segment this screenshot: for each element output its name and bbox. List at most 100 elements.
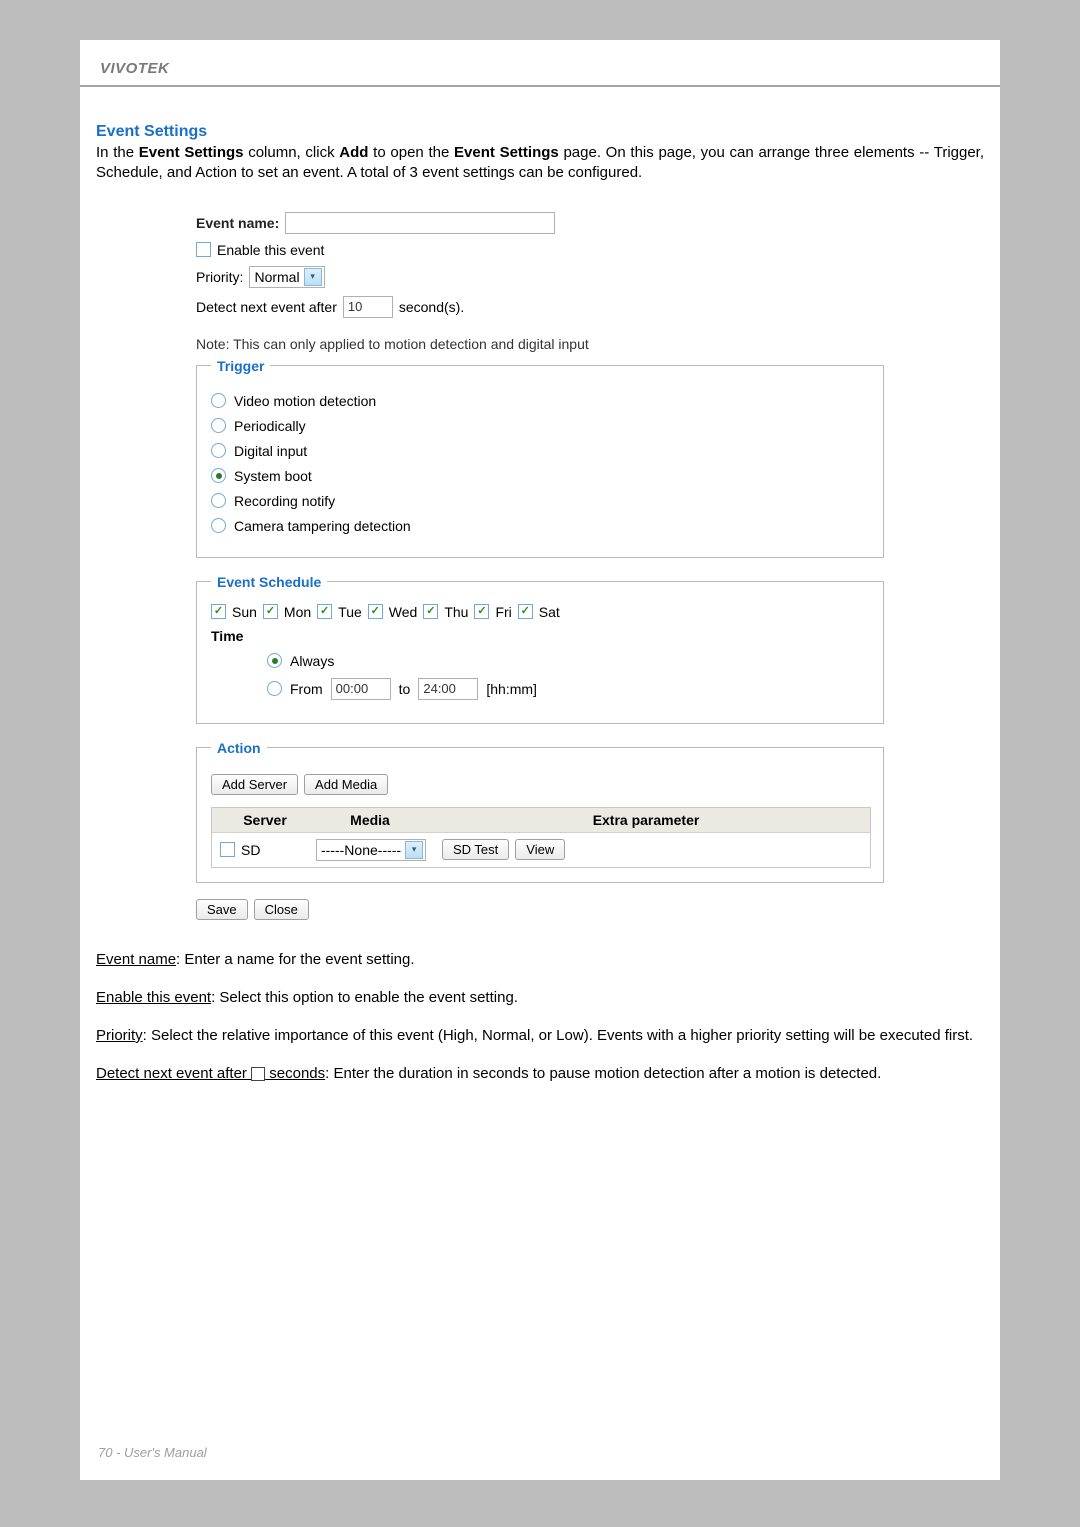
page-footer: 70 - User's Manual xyxy=(98,1445,207,1460)
trigger-option-label: Periodically xyxy=(234,418,306,434)
manual-page: VIVOTEK Event Settings In the Event Sett… xyxy=(80,40,1000,1480)
detect-label-post: second(s). xyxy=(399,299,464,315)
time-always[interactable]: Always xyxy=(267,653,869,669)
action-buttons-row: Add Server Add Media xyxy=(211,774,869,795)
day-fri-label: Fri xyxy=(495,604,511,620)
trigger-option-video-motion[interactable]: Video motion detection xyxy=(211,393,869,409)
add-media-button[interactable]: Add Media xyxy=(304,774,388,795)
day-wed-checkbox[interactable] xyxy=(368,604,383,619)
page-content: Event Settings In the Event Settings col… xyxy=(80,87,1000,920)
explain-priority: Priority: Select the relative importance… xyxy=(96,1026,984,1046)
chevron-down-icon: ▾ xyxy=(304,268,322,286)
time-always-label: Always xyxy=(290,653,334,669)
action-group: Action Add Server Add Media Server Media… xyxy=(196,740,884,883)
radio-icon xyxy=(211,468,226,483)
day-fri-checkbox[interactable] xyxy=(474,604,489,619)
intro-text: column, click xyxy=(244,144,340,161)
enable-event-checkbox[interactable] xyxy=(196,242,211,257)
event-settings-form: Event name: Enable this event Priority: … xyxy=(196,212,884,920)
priority-select[interactable]: Normal ▾ xyxy=(249,266,324,288)
brand-text: VIVOTEK xyxy=(100,60,169,77)
explain-event-name: Event name: Enter a name for the event s… xyxy=(96,950,984,970)
blank-box-icon xyxy=(251,1067,265,1081)
intro-text: to open the xyxy=(368,144,454,161)
explain-text: : Select this option to enable the event… xyxy=(211,989,518,1006)
day-mon-label: Mon xyxy=(284,604,311,620)
cell-server: SD xyxy=(220,842,310,858)
radio-icon xyxy=(267,681,282,696)
from-label: From xyxy=(290,681,323,697)
view-button[interactable]: View xyxy=(515,839,565,860)
day-sat-checkbox[interactable] xyxy=(518,604,533,619)
sd-test-button[interactable]: SD Test xyxy=(442,839,509,860)
day-sat-label: Sat xyxy=(539,604,560,620)
schedule-group: Event Schedule Sun Mon Tue Wed Thu Fri S… xyxy=(196,574,884,724)
time-from-input[interactable] xyxy=(331,678,391,700)
event-name-row: Event name: xyxy=(196,212,884,234)
trigger-legend: Trigger xyxy=(211,358,270,374)
detect-seconds-input[interactable] xyxy=(343,296,393,318)
explain-underline: Priority xyxy=(96,1027,143,1044)
explain-text: : Select the relative importance of this… xyxy=(143,1027,973,1044)
close-button[interactable]: Close xyxy=(254,899,309,920)
intro-text: In the xyxy=(96,144,139,161)
explain-enable: Enable this event: Select this option to… xyxy=(96,988,984,1008)
page-header: VIVOTEK xyxy=(80,40,1000,85)
chevron-down-icon: ▾ xyxy=(405,841,423,859)
trigger-group: Trigger Video motion detection Periodica… xyxy=(196,358,884,558)
detect-label-pre: Detect next event after xyxy=(196,299,337,315)
explain-underline: Detect next event after xyxy=(96,1065,251,1082)
intro-bold-3: Event Settings xyxy=(454,144,559,161)
trigger-option-label: System boot xyxy=(234,468,312,484)
media-value: -----None----- xyxy=(321,842,401,858)
event-name-input[interactable] xyxy=(285,212,555,234)
time-to-input[interactable] xyxy=(418,678,478,700)
trigger-option-periodically[interactable]: Periodically xyxy=(211,418,869,434)
save-button[interactable]: Save xyxy=(196,899,248,920)
explain-underline: seconds xyxy=(265,1065,325,1082)
day-wed-label: Wed xyxy=(389,604,418,620)
priority-row: Priority: Normal ▾ xyxy=(196,266,884,288)
explanation-block: Event name: Enter a name for the event s… xyxy=(80,920,1000,1085)
trigger-option-label: Digital input xyxy=(234,443,307,459)
trigger-option-system-boot[interactable]: System boot xyxy=(211,468,869,484)
media-select[interactable]: -----None----- ▾ xyxy=(316,839,426,861)
form-footer-buttons: Save Close xyxy=(196,899,884,920)
radio-icon xyxy=(211,443,226,458)
explain-detect: Detect next event after seconds: Enter t… xyxy=(96,1064,984,1084)
detect-next-row: Detect next event after second(s). xyxy=(196,296,884,318)
cell-extra: SD Test View xyxy=(442,839,862,860)
cell-media: -----None----- ▾ xyxy=(316,839,436,861)
to-label: to xyxy=(399,681,411,697)
explain-text: : Enter the duration in seconds to pause… xyxy=(325,1065,881,1082)
intro-bold-1: Event Settings xyxy=(139,144,244,161)
day-mon-checkbox[interactable] xyxy=(263,604,278,619)
event-name-label: Event name: xyxy=(196,215,279,231)
trigger-option-recording-notify[interactable]: Recording notify xyxy=(211,493,869,509)
day-tue-label: Tue xyxy=(338,604,362,620)
explain-underline: Enable this event xyxy=(96,989,211,1006)
note-text: Note: This can only applied to motion de… xyxy=(196,336,884,352)
enable-event-row: Enable this event xyxy=(196,242,884,258)
explain-text: : Enter a name for the event setting. xyxy=(176,951,414,968)
sd-checkbox[interactable] xyxy=(220,842,235,857)
time-label: Time xyxy=(211,628,869,644)
day-thu-checkbox[interactable] xyxy=(423,604,438,619)
radio-icon xyxy=(211,518,226,533)
time-from-to[interactable]: From to [hh:mm] xyxy=(267,678,869,700)
trigger-option-label: Camera tampering detection xyxy=(234,518,411,534)
add-server-button[interactable]: Add Server xyxy=(211,774,298,795)
radio-icon xyxy=(211,418,226,433)
day-sun-checkbox[interactable] xyxy=(211,604,226,619)
action-table-header: Server Media Extra parameter xyxy=(212,808,870,833)
col-extra: Extra parameter xyxy=(430,812,862,828)
day-tue-checkbox[interactable] xyxy=(317,604,332,619)
trigger-option-digital-input[interactable]: Digital input xyxy=(211,443,869,459)
section-title: Event Settings xyxy=(96,123,984,141)
days-row: Sun Mon Tue Wed Thu Fri Sat xyxy=(211,604,869,620)
time-format-label: [hh:mm] xyxy=(486,681,537,697)
trigger-option-camera-tampering[interactable]: Camera tampering detection xyxy=(211,518,869,534)
col-server: Server xyxy=(220,812,310,828)
action-table: Server Media Extra parameter SD -----Non… xyxy=(211,807,871,868)
action-legend: Action xyxy=(211,740,267,756)
